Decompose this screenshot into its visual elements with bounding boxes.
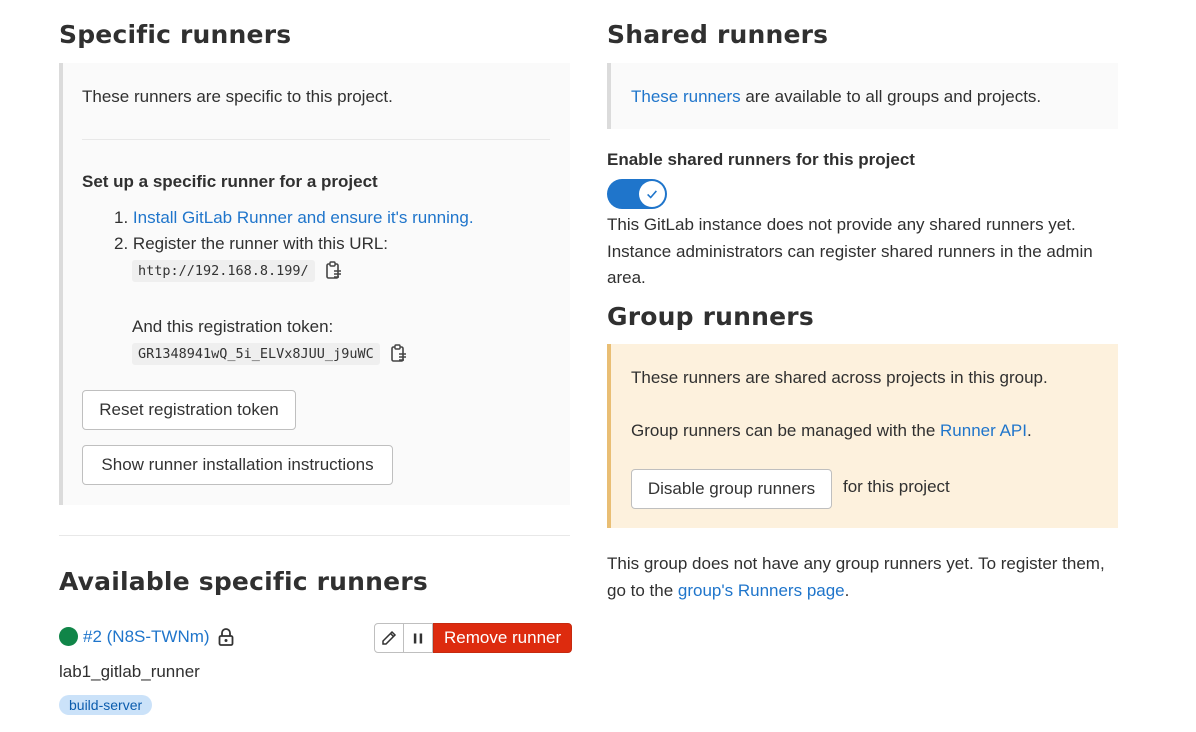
runner-id-link[interactable]: #2 (N8S-TWNm) — [83, 627, 210, 647]
specific-runners-intro: These runners are specific to this proje… — [82, 87, 393, 106]
divider — [82, 139, 550, 140]
token-row: GR1348941wQ_5i_ELVx8JUU_j9uWC — [132, 343, 408, 365]
runner-url: http://192.168.8.199/ — [132, 260, 315, 282]
check-icon — [647, 190, 657, 199]
shared-runners-toggle[interactable] — [607, 179, 667, 209]
edit-runner-button[interactable] — [374, 623, 404, 653]
toggle-knob — [639, 181, 665, 207]
setup-step-1: 1. Install GitLab Runner and ensure it's… — [114, 208, 474, 228]
registration-token: GR1348941wQ_5i_ELVx8JUU_j9uWC — [132, 343, 380, 365]
pause-icon — [413, 633, 423, 643]
pencil-icon — [382, 630, 397, 645]
setup-heading: Set up a specific runner for a project — [82, 172, 378, 191]
these-runners-link[interactable]: These runners — [631, 87, 741, 106]
specific-runners-title: Specific runners — [59, 20, 292, 49]
shared-info-rest: are available to all groups and projects… — [740, 87, 1042, 106]
step-number: 2. — [114, 234, 129, 253]
shared-runners-info: These runners are available to all group… — [607, 63, 1118, 129]
runner-actions: Remove runner — [374, 623, 573, 653]
runner-description: lab1_gitlab_runner — [59, 662, 200, 681]
toggle-label: Enable shared runners for this project — [607, 150, 915, 169]
runner-tag-badge: build-server — [59, 695, 153, 715]
runner-row: #2 (N8S-TWNm) Remove runner lab1_gitlab_… — [59, 623, 573, 724]
group-runners-page-link[interactable]: group's Runners page — [678, 581, 845, 600]
copy-token-icon[interactable] — [390, 344, 408, 364]
shared-info-text: These runners are available to all group… — [631, 87, 1041, 107]
lock-icon — [217, 627, 235, 647]
show-instructions-button[interactable]: Show runner installation instructions — [82, 445, 393, 485]
managed-prefix: Group runners can be managed with the — [631, 421, 941, 440]
group-none-text: This group does not have any group runne… — [607, 550, 1127, 604]
section-divider — [59, 535, 570, 536]
group-runners-title: Group runners — [607, 302, 814, 331]
disable-group-runners-button[interactable]: Disable group runners — [631, 469, 832, 509]
pause-runner-button[interactable] — [404, 623, 433, 653]
disable-suffix: for this project — [843, 477, 950, 496]
shared-runners-note: This GitLab instance does not provide an… — [607, 215, 1093, 287]
none-suffix: . — [844, 581, 850, 600]
runner-url-row: http://192.168.8.199/ — [132, 260, 343, 282]
shared-runners-title: Shared runners — [607, 20, 829, 49]
remove-runner-button[interactable]: Remove runner — [433, 623, 573, 653]
step-number: 1. — [114, 208, 129, 227]
group-managed-text: Group runners can be managed with the Ru… — [631, 421, 1032, 441]
setup-step-2: 2. Register the runner with this URL: — [114, 234, 388, 254]
copy-url-icon[interactable] — [325, 261, 343, 281]
install-runner-link[interactable]: Install GitLab Runner and ensure it's ru… — [133, 208, 474, 227]
managed-suffix: . — [1026, 421, 1032, 440]
available-runners-title: Available specific runners — [59, 567, 428, 596]
group-shared-text: These runners are shared across projects… — [631, 368, 1048, 387]
runner-api-link[interactable]: Runner API — [940, 421, 1027, 440]
specific-runners-panel: These runners are specific to this proje… — [59, 63, 570, 505]
reset-token-button[interactable]: Reset registration token — [82, 390, 296, 430]
token-label: And this registration token: — [132, 317, 334, 336]
step-2-text: Register the runner with this URL: — [132, 234, 389, 253]
group-runners-panel: These runners are shared across projects… — [607, 344, 1118, 528]
runner-status-icon — [59, 627, 78, 646]
